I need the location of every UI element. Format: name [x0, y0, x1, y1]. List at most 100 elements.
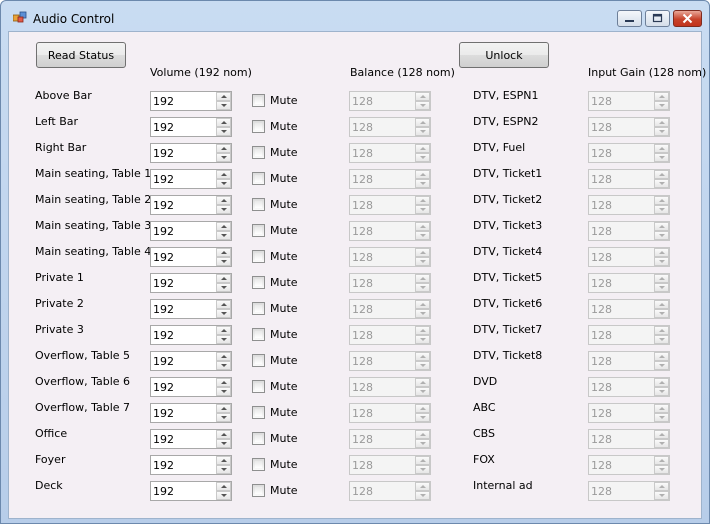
balance-spinner[interactable] — [349, 169, 431, 189]
arrow-down-icon[interactable] — [216, 231, 231, 240]
volume-spinner-value[interactable] — [151, 430, 215, 448]
volume-spinner[interactable] — [150, 247, 232, 267]
volume-spinner-value[interactable] — [151, 274, 215, 292]
volume-spinner[interactable] — [150, 273, 232, 293]
balance-spinner[interactable] — [349, 195, 431, 215]
arrow-up-icon[interactable] — [216, 196, 231, 205]
read-status-button[interactable]: Read Status — [36, 42, 126, 68]
arrow-up-icon[interactable] — [415, 92, 430, 101]
arrow-up-icon[interactable] — [654, 326, 669, 335]
volume-spinner[interactable] — [150, 91, 232, 111]
arrow-up-icon[interactable] — [216, 404, 231, 413]
arrow-down-icon[interactable] — [415, 491, 430, 500]
mute-checkbox[interactable] — [252, 380, 265, 393]
balance-spinner[interactable] — [349, 403, 431, 423]
arrow-down-icon[interactable] — [415, 283, 430, 292]
arrow-up-icon[interactable] — [654, 248, 669, 257]
arrow-down-icon[interactable] — [415, 309, 430, 318]
volume-spinner[interactable] — [150, 351, 232, 371]
close-button[interactable] — [673, 10, 702, 27]
arrow-up-icon[interactable] — [216, 482, 231, 491]
balance-spinner-value[interactable] — [350, 352, 414, 370]
mute-checkbox[interactable] — [252, 276, 265, 289]
arrow-down-icon[interactable] — [216, 101, 231, 110]
input-gain-spinner-value[interactable] — [589, 248, 653, 266]
input-gain-spinner-value[interactable] — [589, 352, 653, 370]
arrow-up-icon[interactable] — [654, 196, 669, 205]
arrow-up-icon[interactable] — [415, 248, 430, 257]
arrow-down-icon[interactable] — [654, 257, 669, 266]
balance-spinner-value[interactable] — [350, 300, 414, 318]
arrow-down-icon[interactable] — [654, 127, 669, 136]
arrow-down-icon[interactable] — [654, 387, 669, 396]
arrow-down-icon[interactable] — [415, 413, 430, 422]
balance-spinner[interactable] — [349, 273, 431, 293]
mute-checkbox[interactable] — [252, 328, 265, 341]
arrow-down-icon[interactable] — [415, 257, 430, 266]
volume-spinner[interactable] — [150, 429, 232, 449]
balance-spinner[interactable] — [349, 117, 431, 137]
mute-checkbox[interactable] — [252, 458, 265, 471]
input-gain-spinner[interactable] — [588, 169, 670, 189]
input-gain-spinner[interactable] — [588, 117, 670, 137]
arrow-up-icon[interactable] — [654, 404, 669, 413]
mute-checkbox[interactable] — [252, 120, 265, 133]
volume-spinner-value[interactable] — [151, 404, 215, 422]
input-gain-spinner[interactable] — [588, 455, 670, 475]
arrow-down-icon[interactable] — [654, 309, 669, 318]
arrow-up-icon[interactable] — [654, 118, 669, 127]
volume-spinner[interactable] — [150, 377, 232, 397]
arrow-down-icon[interactable] — [415, 153, 430, 162]
volume-spinner[interactable] — [150, 117, 232, 137]
arrow-up-icon[interactable] — [415, 326, 430, 335]
maximize-button[interactable] — [645, 10, 670, 27]
arrow-down-icon[interactable] — [415, 387, 430, 396]
arrow-up-icon[interactable] — [654, 456, 669, 465]
arrow-up-icon[interactable] — [415, 300, 430, 309]
balance-spinner[interactable] — [349, 481, 431, 501]
arrow-down-icon[interactable] — [216, 387, 231, 396]
volume-spinner[interactable] — [150, 299, 232, 319]
balance-spinner-value[interactable] — [350, 430, 414, 448]
arrow-down-icon[interactable] — [654, 439, 669, 448]
mute-checkbox[interactable] — [252, 484, 265, 497]
volume-spinner-value[interactable] — [151, 118, 215, 136]
input-gain-spinner[interactable] — [588, 195, 670, 215]
arrow-down-icon[interactable] — [216, 465, 231, 474]
arrow-up-icon[interactable] — [216, 170, 231, 179]
input-gain-spinner[interactable] — [588, 403, 670, 423]
balance-spinner[interactable] — [349, 91, 431, 111]
volume-spinner-value[interactable] — [151, 196, 215, 214]
arrow-up-icon[interactable] — [216, 248, 231, 257]
arrow-down-icon[interactable] — [654, 335, 669, 344]
arrow-down-icon[interactable] — [654, 491, 669, 500]
title-bar[interactable]: Audio Control — [1, 1, 709, 31]
volume-spinner-value[interactable] — [151, 92, 215, 110]
input-gain-spinner[interactable] — [588, 481, 670, 501]
mute-checkbox[interactable] — [252, 250, 265, 263]
input-gain-spinner-value[interactable] — [589, 456, 653, 474]
mute-checkbox[interactable] — [252, 94, 265, 107]
arrow-up-icon[interactable] — [415, 118, 430, 127]
volume-spinner-value[interactable] — [151, 144, 215, 162]
balance-spinner[interactable] — [349, 221, 431, 241]
arrow-up-icon[interactable] — [216, 300, 231, 309]
input-gain-spinner[interactable] — [588, 325, 670, 345]
arrow-up-icon[interactable] — [216, 430, 231, 439]
arrow-down-icon[interactable] — [415, 361, 430, 370]
arrow-up-icon[interactable] — [654, 482, 669, 491]
balance-spinner-value[interactable] — [350, 248, 414, 266]
volume-spinner[interactable] — [150, 481, 232, 501]
arrow-down-icon[interactable] — [415, 101, 430, 110]
arrow-up-icon[interactable] — [654, 300, 669, 309]
arrow-up-icon[interactable] — [415, 196, 430, 205]
volume-spinner[interactable] — [150, 195, 232, 215]
input-gain-spinner-value[interactable] — [589, 430, 653, 448]
arrow-down-icon[interactable] — [654, 231, 669, 240]
input-gain-spinner[interactable] — [588, 91, 670, 111]
arrow-down-icon[interactable] — [654, 283, 669, 292]
input-gain-spinner-value[interactable] — [589, 482, 653, 500]
balance-spinner-value[interactable] — [350, 92, 414, 110]
volume-spinner-value[interactable] — [151, 170, 215, 188]
input-gain-spinner[interactable] — [588, 221, 670, 241]
